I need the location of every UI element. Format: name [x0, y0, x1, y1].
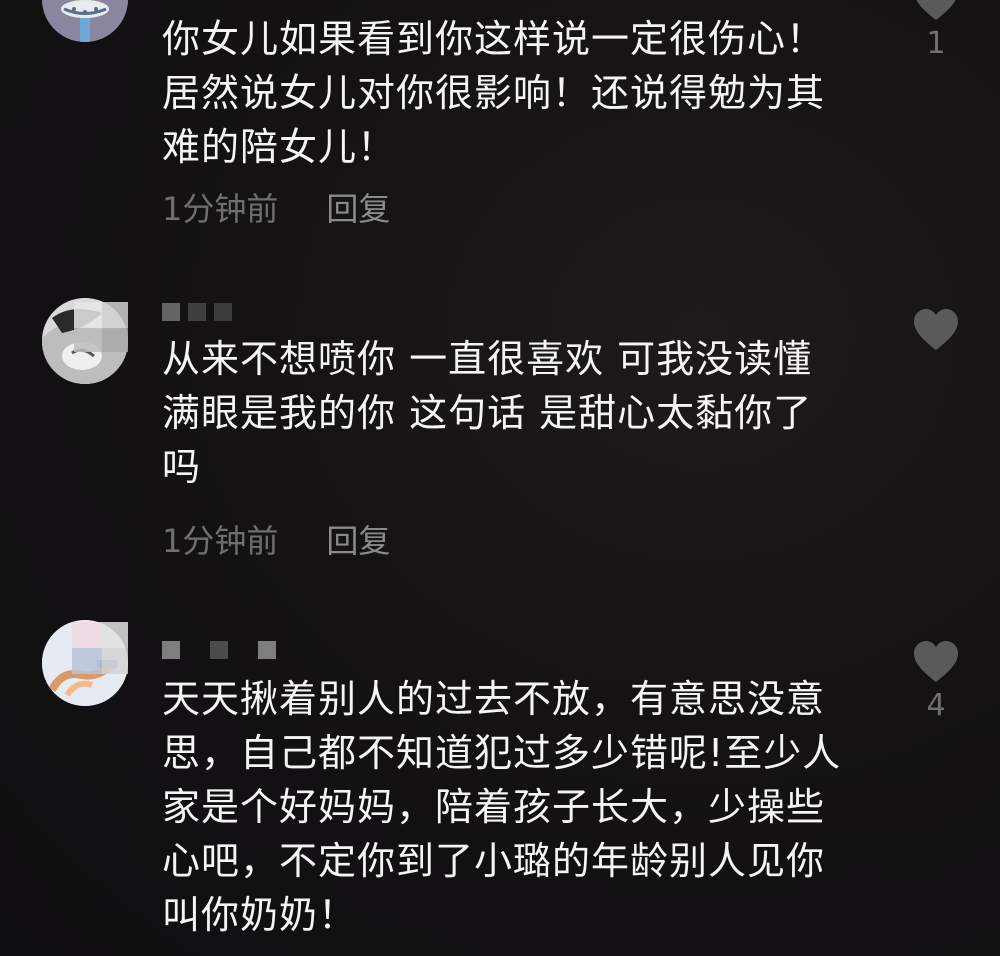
comment-item: 从来不想喷你 一直很喜欢 可我没读懂 满眼是我的你 这句话 是甜心太黏你了 吗 …: [0, 290, 1000, 580]
reply-button[interactable]: 回复: [326, 516, 390, 562]
heart-icon: [916, 0, 956, 20]
comment-time: 1分钟前: [162, 190, 279, 228]
comment-time: 1分钟前: [162, 522, 279, 560]
comment-meta: 1分钟前 回复: [162, 516, 390, 562]
avatar-image: [42, 0, 128, 42]
like-button[interactable]: 4: [908, 640, 964, 723]
comment-meta: 1分钟前 回复: [162, 184, 390, 230]
heart-icon: [914, 641, 958, 682]
comment-text: 你女儿如果看到你这样说一定很伤心！ 居然说女儿对你很影响！还说得勉为其 难的陪女…: [162, 17, 826, 169]
like-button[interactable]: [908, 308, 964, 356]
heart-icon: [914, 309, 958, 350]
like-count: 4: [926, 688, 946, 723]
comment-text: 天天揪着别人的过去不放，有意思没意 思，自己都不知道犯过多少错呢!至少人 家是个…: [162, 677, 842, 937]
like-count: 1: [926, 26, 946, 61]
comment-item: 天天揪着别人的过去不放，有意思没意 思，自己都不知道犯过多少错呢!至少人 家是个…: [0, 614, 1000, 956]
comment-text: 从来不想喷你 一直很喜欢 可我没读懂 满眼是我的你 这句话 是甜心太黏你了 吗: [162, 337, 813, 489]
reply-button[interactable]: 回复: [326, 184, 390, 230]
comment-item: 你女儿如果看到你这样说一定很伤心！ 居然说女儿对你很影响！还说得勉为其 难的陪女…: [0, 0, 1000, 260]
username-redacted[interactable]: [162, 300, 232, 324]
username-redacted[interactable]: [162, 638, 276, 662]
like-button[interactable]: 1: [908, 0, 964, 61]
avatar[interactable]: [42, 0, 128, 42]
